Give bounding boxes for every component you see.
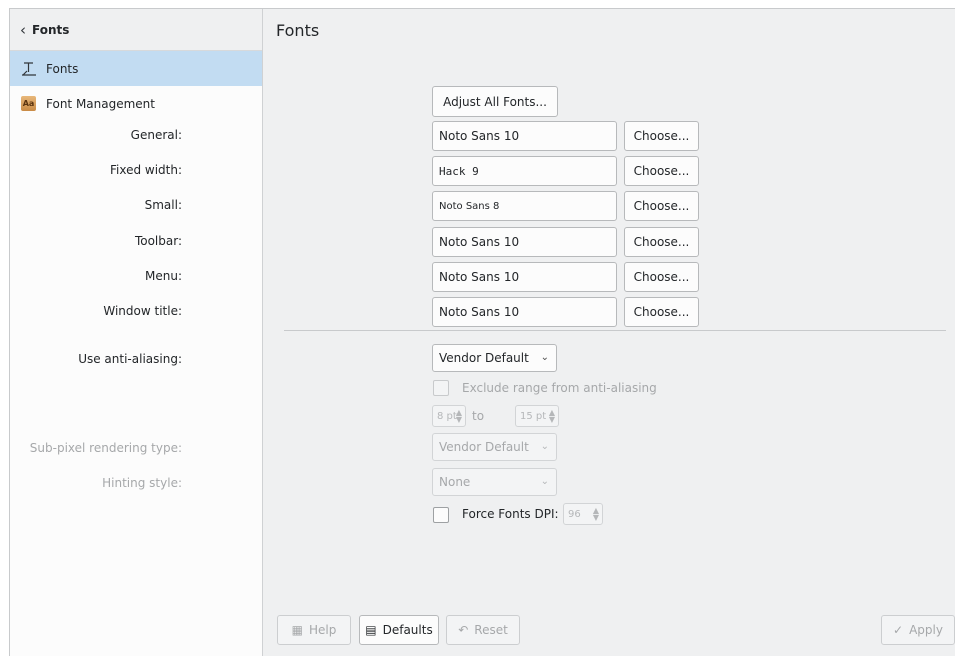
- menu-label: Menu:: [145, 269, 182, 283]
- back-button[interactable]: ‹ Fonts: [10, 9, 262, 51]
- spin-arrows-icon: ▲ ▼: [548, 408, 555, 424]
- reset-button[interactable]: ↶ Reset: [446, 615, 520, 645]
- window-title-label: Window title:: [103, 304, 182, 318]
- subpixel-value: Vendor Default: [439, 440, 529, 454]
- back-label: Fonts: [32, 22, 70, 37]
- separator: [284, 330, 946, 331]
- apply-label: Apply: [909, 623, 943, 637]
- defaults-button[interactable]: ▤ Defaults: [359, 615, 439, 645]
- sidebar-item-label: Fonts: [46, 61, 79, 76]
- window-title-choose-button[interactable]: Choose...: [624, 297, 699, 327]
- menu-choose-button[interactable]: Choose...: [624, 262, 699, 292]
- general-label: General:: [130, 128, 182, 142]
- adjust-all-fonts-button[interactable]: Adjust All Fonts...: [432, 86, 558, 117]
- reset-label: Reset: [474, 623, 508, 637]
- dpi-value: 96: [568, 508, 581, 520]
- hinting-label: Hinting style:: [102, 476, 182, 490]
- check-icon: ✓: [893, 623, 904, 637]
- reset-icon: ↶: [458, 623, 469, 637]
- spin-arrows-icon: ▲ ▼: [592, 506, 599, 522]
- chevron-down-icon: ⌄: [540, 441, 549, 452]
- range-to-label: to: [472, 409, 485, 423]
- sidebar-item-font-management[interactable]: Aa Font Management: [10, 86, 262, 121]
- force-dpi-checkbox[interactable]: [433, 507, 449, 523]
- general-choose-button[interactable]: Choose...: [624, 121, 699, 151]
- font-management-icon: Aa: [20, 95, 37, 112]
- general-font-field[interactable]: Noto Sans 10: [432, 121, 617, 151]
- sidebar: ‹ Fonts Fonts Aa Font Management: [10, 9, 263, 656]
- help-icon: ▦: [291, 623, 303, 637]
- subpixel-label: Sub-pixel rendering type:: [29, 441, 182, 455]
- toolbar-label: Toolbar:: [134, 234, 182, 248]
- window-title-font-field[interactable]: Noto Sans 10: [432, 297, 617, 327]
- range-to-spinbox[interactable]: 15 pt ▲ ▼: [515, 405, 559, 427]
- range-from-value: 8 pt: [437, 410, 457, 422]
- menu-font-field[interactable]: Noto Sans 10: [432, 262, 617, 292]
- force-dpi-label: Force Fonts DPI:: [462, 507, 559, 521]
- toolbar-choose-button[interactable]: Choose...: [624, 227, 699, 257]
- range-from-spinbox[interactable]: 8 pt ▲ ▼: [432, 405, 466, 427]
- anti-aliasing-label: Use anti-aliasing:: [78, 352, 182, 366]
- range-to-value: 15 pt: [520, 410, 547, 422]
- system-settings-window: ‹ Fonts Fonts Aa Font Management Fonts A…: [9, 8, 955, 656]
- exclude-range-label: Exclude range from anti-aliasing: [462, 381, 657, 395]
- help-button[interactable]: ▦ Help: [277, 615, 351, 645]
- small-label: Small:: [144, 198, 182, 212]
- defaults-label: Defaults: [382, 623, 433, 637]
- page-title: Fonts: [276, 20, 320, 40]
- small-font-field[interactable]: Noto Sans 8: [432, 191, 617, 221]
- sidebar-item-fonts[interactable]: Fonts: [10, 51, 262, 86]
- anti-aliasing-value: Vendor Default: [439, 351, 529, 365]
- help-label: Help: [308, 623, 337, 637]
- subpixel-combo[interactable]: Vendor Default ⌄: [432, 433, 557, 461]
- sidebar-item-label: Font Management: [46, 96, 155, 111]
- chevron-left-icon: ‹: [20, 20, 26, 39]
- fonts-icon: [20, 60, 37, 77]
- main-panel: Fonts Adjust All Fonts... General: Noto …: [30, 9, 955, 656]
- anti-aliasing-combo[interactable]: Vendor Default ⌄: [432, 344, 557, 372]
- font-management-icon-text: Aa: [21, 96, 36, 111]
- exclude-range-checkbox[interactable]: [433, 380, 449, 396]
- apply-button[interactable]: ✓ Apply: [881, 615, 955, 645]
- chevron-down-icon: ⌄: [540, 476, 549, 487]
- fixed-width-label: Fixed width:: [109, 163, 182, 177]
- chevron-down-icon: ⌄: [540, 352, 549, 363]
- hinting-value: None: [439, 475, 471, 489]
- hinting-combo[interactable]: None ⌄: [432, 468, 557, 496]
- toolbar-font-field[interactable]: Noto Sans 10: [432, 227, 617, 257]
- fixed-width-choose-button[interactable]: Choose...: [624, 156, 699, 186]
- small-choose-button[interactable]: Choose...: [624, 191, 699, 221]
- spin-arrows-icon: ▲ ▼: [455, 408, 462, 424]
- fixed-width-font-field[interactable]: Hack 9: [432, 156, 617, 186]
- defaults-icon: ▤: [365, 623, 377, 637]
- dpi-spinbox[interactable]: 96 ▲ ▼: [563, 503, 603, 525]
